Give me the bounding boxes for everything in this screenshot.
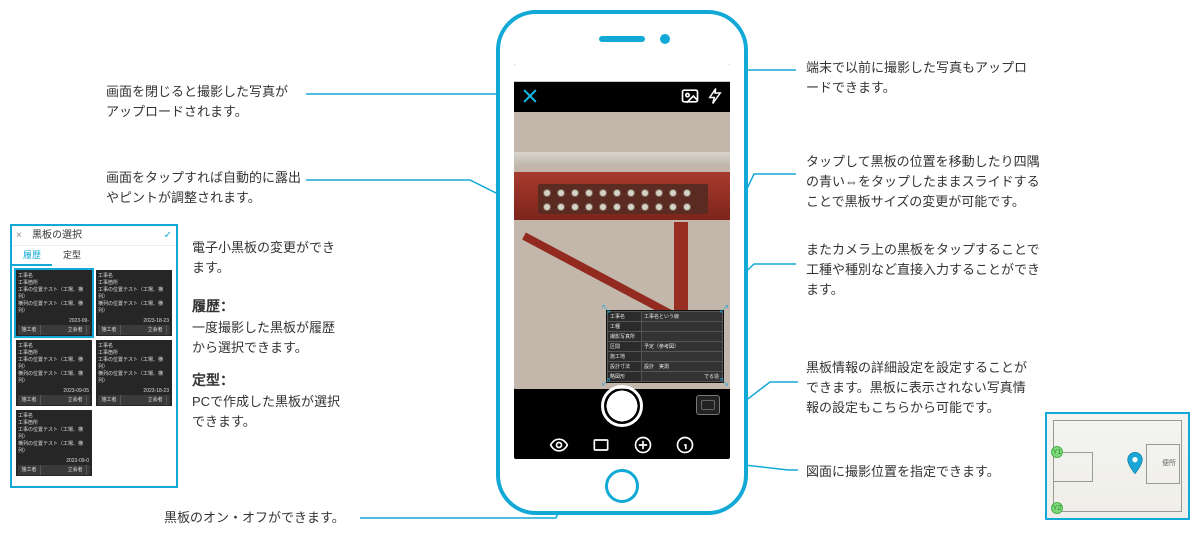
detail-info-icon[interactable] xyxy=(675,435,695,455)
resize-handle-icon[interactable]: ⤢ xyxy=(719,305,729,315)
callout-template: 定型：PCで作成した黒板が選択できます。 xyxy=(192,370,340,432)
panel-grid: 工事名工事箇所 工事の位置テスト（工場、横列）横列の位置テスト（工場、横列） 2… xyxy=(12,266,176,486)
panel-title: 黒板の選択 xyxy=(32,230,82,241)
close-icon[interactable] xyxy=(520,86,540,106)
callout-detail: 黒板情報の詳細設定を設定することができます。黒板に表示されない写真情報の設定もこ… xyxy=(806,358,1027,418)
shutter-button[interactable] xyxy=(601,385,643,427)
panel-close-icon[interactable]: × xyxy=(16,226,22,246)
camera-screen: ⤡ ⤢ ⤢ ⤡ 工事名工事名という線 工種 撮影写真所 区間予定（参考図） 施工… xyxy=(514,64,730,459)
callout-history: 履歴：一度撮影した黒板が履歴から選択できます。 xyxy=(192,296,335,358)
blackboard-table: 工事名工事名という線 工種 撮影写真所 区間予定（参考図） 施工地 設計寸法設計… xyxy=(607,311,723,382)
callout-editboard: またカメラ上の黒板をタップすることで工種や種別など直接入力することができます。 xyxy=(806,240,1040,300)
last-photo-thumb[interactable] xyxy=(696,395,720,415)
panel-confirm-icon[interactable]: ✓ xyxy=(164,226,172,246)
floorplan[interactable]: 便所 Y1 Y2 xyxy=(1045,412,1190,520)
gallery-icon[interactable] xyxy=(680,86,700,106)
board-card[interactable]: 工事名工事箇所 工事の位置テスト（工場、横列）横列の位置テスト（工場、横列） 2… xyxy=(96,340,172,406)
callout-boardchange: 電子小黒板の変更ができます。 xyxy=(192,238,335,278)
board-select-panel: × 黒板の選択 ✓ 履歴 定型 工事名工事箇所 工事の位置テスト（工場、横列）横… xyxy=(10,224,178,488)
callout-move: タップして黒板の位置を移動したり四隅の青い⇔をタップしたままスライドすることで黒… xyxy=(806,152,1040,212)
board-card[interactable]: 工事名工事箇所 工事の位置テスト（工場、横列）横列の位置テスト（工場、横列） 2… xyxy=(16,270,92,336)
blackboard-overlay[interactable]: ⤡ ⤢ ⤢ ⤡ 工事名工事名という線 工種 撮影写真所 区間予定（参考図） 施工… xyxy=(606,310,724,383)
flash-icon[interactable] xyxy=(706,86,724,106)
viewfinder[interactable]: ⤡ ⤢ ⤢ ⤡ 工事名工事名という線 工種 撮影写真所 区間予定（参考図） 施工… xyxy=(514,112,730,389)
resize-handle-icon[interactable]: ⤡ xyxy=(601,305,611,315)
board-select-icon[interactable] xyxy=(591,435,611,455)
phone-frame: ⤡ ⤢ ⤢ ⤡ 工事名工事名という線 工種 撮影写真所 区間予定（参考図） 施工… xyxy=(496,10,748,515)
callout-boardtoggle: 黒板のオン・オフができます。 xyxy=(164,508,345,528)
board-card[interactable]: 工事名工事箇所 工事の位置テスト（工場、横列）横列の位置テスト（工場、横列） 2… xyxy=(16,340,92,406)
shoot-pos-icon[interactable] xyxy=(633,435,653,455)
blackboard-slogan: でる造 xyxy=(704,373,719,380)
map-pin-icon[interactable] xyxy=(1127,452,1143,474)
callout-tapfocus: 画面をタップすれば自動的に露出やピントが調整されます。 xyxy=(106,168,301,208)
map-node[interactable]: Y1 xyxy=(1051,446,1063,458)
board-card[interactable]: 工事名工事箇所 工事の位置テスト（工場、横列）横列の位置テスト（工場、横列） 2… xyxy=(16,410,92,476)
board-card[interactable]: 工事名工事箇所 工事の位置テスト（工場、横列）横列の位置テスト（工場、横列） 2… xyxy=(96,270,172,336)
map-node[interactable]: Y2 xyxy=(1051,502,1063,514)
board-toggle-icon[interactable] xyxy=(549,435,569,455)
callout-close: 画面を閉じると撮影した写真がアップロードされます。 xyxy=(106,82,288,122)
home-button[interactable] xyxy=(605,469,639,503)
callout-mappos: 図面に撮影位置を指定できます。 xyxy=(806,462,1000,482)
tab-template[interactable]: 定型 xyxy=(52,246,92,266)
tab-history[interactable]: 履歴 xyxy=(12,246,52,266)
callout-gallery: 端末で以前に撮影した写真もアップロードできます。 xyxy=(806,58,1027,98)
